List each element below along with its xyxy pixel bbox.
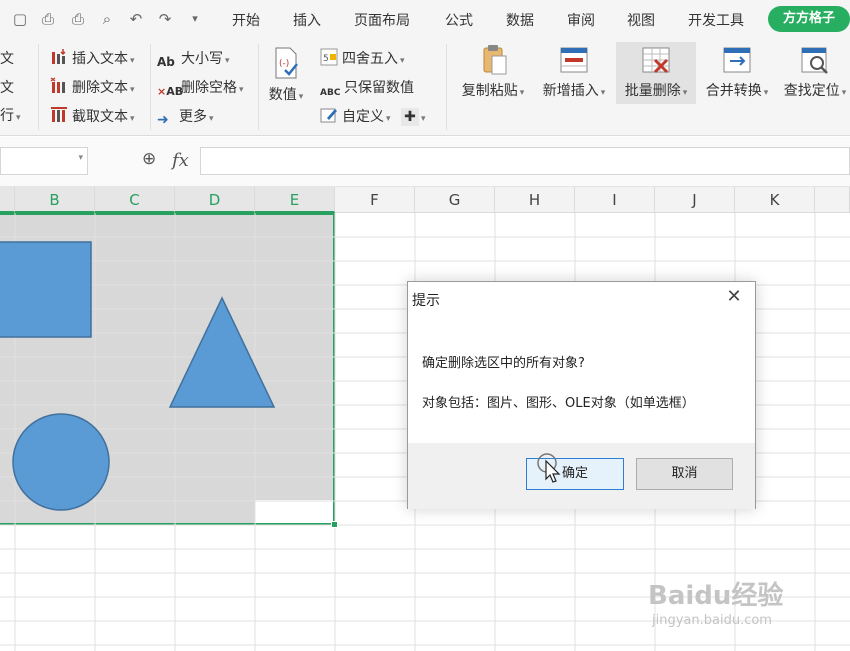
- watermark-logo: Baidu经验: [648, 581, 784, 611]
- keep-values-button[interactable]: ABC 只保留数值: [320, 77, 414, 106]
- menu-data[interactable]: 数据: [506, 10, 534, 30]
- svg-text:(-): (-): [279, 59, 289, 69]
- value-button[interactable]: (-) 数值 ▾: [266, 46, 306, 104]
- keep-values-icon: ABC: [320, 88, 341, 98]
- case-button[interactable]: Ab 大小写 ▾: [157, 48, 230, 73]
- ribbon-partial-item-2[interactable]: 文: [0, 77, 14, 97]
- extract-text-button[interactable]: 截取文本 ▾: [50, 106, 135, 126]
- mouse-cursor-icon: [537, 453, 561, 483]
- extract-text-icon: [51, 107, 67, 122]
- merge-convert-button[interactable]: 合并转换 ▾: [700, 44, 774, 102]
- confirm-dialog: 提示 ✕ 确定删除选区中的所有对象? 对象包括：图片、图形、OLE对象（如单选框…: [407, 281, 756, 509]
- column-header-c[interactable]: C: [95, 187, 175, 213]
- ribbon-separator: [446, 44, 447, 130]
- ribbon: 文 文 行 ▾ 插入文本 ▾ 删除文本 ▾ 截取文本 ▾ Ab 大小写 ▾ ×AB删除空格 ▾…: [0, 38, 850, 136]
- new-insert-button[interactable]: 新增插入 ▾: [537, 44, 611, 102]
- column-header-e[interactable]: E: [255, 187, 335, 213]
- spreadsheet-window: ▢ ⎙ ⎙ ⌕ ↶ ↷ ▾ 开始 插入 页面布局 公式 数据 审阅 视图 开发工…: [0, 0, 850, 651]
- add-icon[interactable]: ✚: [400, 108, 419, 126]
- fill-handle[interactable]: [331, 521, 338, 528]
- insert-text-button[interactable]: 插入文本 ▾: [50, 48, 135, 68]
- insert-text-icon: [52, 49, 66, 64]
- customize-dropdown-icon[interactable]: ▾: [185, 9, 205, 29]
- custom-edit-icon: [320, 108, 337, 123]
- menu-bar: ▢ ⎙ ⎙ ⌕ ↶ ↷ ▾ 开始 插入 页面布局 公式 数据 审阅 视图 开发工…: [0, 0, 850, 38]
- dialog-title: 提示: [412, 293, 440, 309]
- menu-insert[interactable]: 插入: [293, 10, 321, 30]
- ribbon-partial-item-3[interactable]: 行 ▾: [0, 105, 21, 125]
- circle-shape[interactable]: [12, 413, 110, 511]
- find-locate-icon: [801, 47, 828, 74]
- delete-spaces-icon: ×AB: [157, 85, 184, 98]
- print-icon[interactable]: ⎙: [68, 9, 88, 29]
- dialog-message: 确定删除选区中的所有对象?: [422, 356, 585, 371]
- name-box[interactable]: ▾: [0, 147, 88, 175]
- formula-bar: ▾ ⊕ fx: [0, 137, 850, 187]
- clipboard-icon: [483, 45, 507, 75]
- column-header-f[interactable]: F: [335, 187, 415, 213]
- zoom-search-icon[interactable]: ⊕: [142, 149, 156, 169]
- dialog-footer: 确定 取消: [408, 443, 755, 509]
- menu-review[interactable]: 审阅: [567, 10, 595, 30]
- custom-button[interactable]: 自定义 ▾ ✚ ▾: [320, 106, 426, 126]
- round-button[interactable]: 5 四舍五入 ▾: [320, 48, 405, 68]
- arrow-right-icon: ➜: [157, 112, 169, 128]
- value-icon: (-): [275, 47, 298, 79]
- close-icon[interactable]: ✕: [723, 286, 745, 308]
- menu-developer[interactable]: 开发工具: [688, 10, 744, 30]
- preview-icon[interactable]: ⌕: [97, 9, 117, 29]
- batch-delete-button[interactable]: 批量删除 ▾: [616, 42, 696, 104]
- rectangle-shape[interactable]: [0, 241, 92, 338]
- batch-delete-icon: [642, 47, 670, 74]
- menu-view[interactable]: 视图: [627, 10, 655, 30]
- undo-icon[interactable]: ↶: [126, 9, 146, 29]
- watermark-url: jingyan.baidu.com: [652, 613, 772, 628]
- formula-input[interactable]: [200, 147, 850, 175]
- case-icon: Ab: [157, 55, 175, 69]
- svg-text:5: 5: [323, 54, 329, 64]
- merge-convert-icon: [723, 47, 751, 73]
- menu-page-layout[interactable]: 页面布局: [354, 10, 410, 30]
- column-header-partial[interactable]: [0, 187, 15, 213]
- column-header-g[interactable]: G: [415, 187, 495, 213]
- print-preview-icon[interactable]: ⎙: [38, 9, 58, 29]
- fx-icon[interactable]: fx: [172, 150, 189, 171]
- column-header-j[interactable]: J: [655, 187, 735, 213]
- delete-text-button[interactable]: 删除文本 ▾: [50, 77, 135, 97]
- ribbon-separator: [150, 44, 151, 130]
- redo-icon[interactable]: ↷: [155, 9, 175, 29]
- triangle-shape[interactable]: [168, 296, 276, 408]
- dialog-detail: 对象包括：图片、图形、OLE对象（如单选框）: [422, 396, 695, 411]
- ribbon-separator: [258, 44, 259, 130]
- column-header-k[interactable]: K: [735, 187, 815, 213]
- cancel-button[interactable]: 取消: [636, 458, 733, 490]
- delete-text-icon: [50, 77, 65, 93]
- column-header-b[interactable]: B: [15, 187, 95, 213]
- delete-spaces-button[interactable]: ×AB删除空格 ▾: [157, 77, 244, 103]
- column-header-d[interactable]: D: [175, 187, 255, 213]
- more-button[interactable]: ➜ 更多 ▾: [157, 106, 214, 130]
- column-header-i[interactable]: I: [575, 187, 655, 213]
- menu-formulas[interactable]: 公式: [445, 10, 473, 30]
- insert-rows-icon: [560, 47, 588, 73]
- menu-home[interactable]: 开始: [232, 10, 260, 30]
- round-icon: 5: [320, 48, 338, 66]
- find-locate-button[interactable]: 查找定位 ▾: [778, 44, 850, 102]
- brand-tab-button[interactable]: 方方格子: [768, 6, 850, 32]
- column-header-h[interactable]: H: [495, 187, 575, 213]
- chevron-down-icon[interactable]: ▾: [78, 153, 83, 163]
- save-icon[interactable]: ▢: [10, 9, 30, 29]
- ribbon-separator: [38, 44, 39, 130]
- copy-paste-button[interactable]: 复制粘贴 ▾: [456, 44, 530, 102]
- column-header-partial[interactable]: [815, 187, 850, 213]
- ribbon-partial-item-1[interactable]: 文: [0, 48, 14, 68]
